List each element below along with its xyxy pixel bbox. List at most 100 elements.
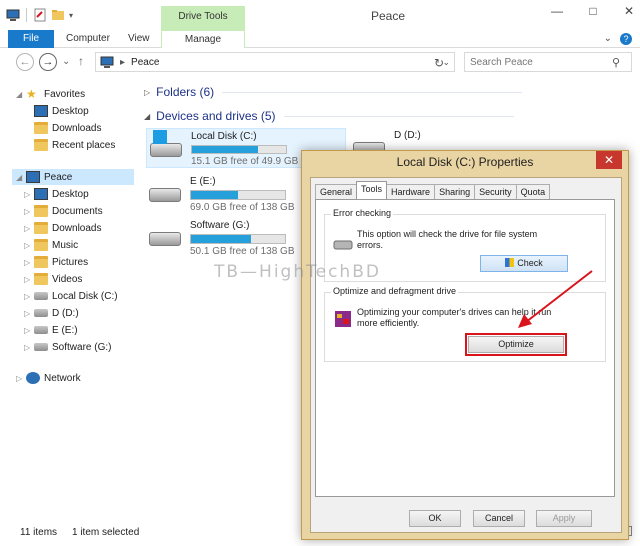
tab-hardware[interactable]: Hardware xyxy=(386,184,436,199)
group-label: Optimize and defragment drive xyxy=(331,286,459,296)
tree-this-pc[interactable]: ◢ Peace xyxy=(12,169,134,185)
apply-button[interactable]: Apply xyxy=(536,510,592,527)
drive-name: Local Disk (C:) xyxy=(191,131,257,142)
expand-icon[interactable]: ▷ xyxy=(144,88,150,97)
desktop-icon xyxy=(34,105,48,117)
tree-pc-downloads[interactable]: ▷ Downloads xyxy=(24,220,101,236)
collapse-icon[interactable]: ◢ xyxy=(16,173,26,182)
tree-label: Recent places xyxy=(52,139,116,151)
tree-favorites[interactable]: ◢ ★ Favorites xyxy=(16,86,85,102)
network-icon xyxy=(26,372,40,384)
expand-icon[interactable]: ▷ xyxy=(24,258,34,267)
tree-label: Software (G:) xyxy=(52,341,112,353)
tree-label: Desktop xyxy=(52,105,89,117)
dialog-close-button[interactable]: ✕ xyxy=(596,151,622,169)
expand-ribbon-icon[interactable]: ⌄ xyxy=(604,33,612,45)
defragment-icon xyxy=(335,311,351,327)
expand-icon[interactable]: ▷ xyxy=(24,241,34,250)
watermark-text: TB—HighTechBD xyxy=(214,262,381,282)
title-bar: ▾ Drive Tools Peace — □ ✕ xyxy=(0,0,640,30)
dialog-tabs: General Tools Hardware Sharing Security … xyxy=(315,181,551,199)
tab-sharing[interactable]: Sharing xyxy=(434,184,476,199)
cancel-button[interactable]: Cancel xyxy=(473,510,525,527)
tab-view[interactable]: View xyxy=(118,30,160,48)
tree-pc-videos[interactable]: ▷ Videos xyxy=(24,271,82,287)
expand-icon[interactable]: ▷ xyxy=(24,309,34,318)
tree-label: Videos xyxy=(52,273,83,285)
refresh-icon[interactable]: ↻ xyxy=(434,56,444,70)
devices-group-header[interactable]: ◢ Devices and drives (5) xyxy=(144,109,514,123)
tree-favorites-desktop[interactable]: Desktop xyxy=(34,103,89,119)
tab-tools[interactable]: Tools xyxy=(356,181,388,199)
back-button[interactable]: ← xyxy=(16,53,34,71)
tree-pc-drive-d[interactable]: ▷ D (D:) xyxy=(24,305,79,321)
tree-pc-drive-e[interactable]: ▷ E (E:) xyxy=(24,322,78,338)
help-icon[interactable]: ? xyxy=(620,33,632,45)
error-checking-text: This option will check the drive for fil… xyxy=(357,229,538,250)
tree-label: E (E:) xyxy=(52,324,78,336)
address-bar[interactable]: ▸ Peace ⌄ xyxy=(95,52,455,72)
items-count: 11 items xyxy=(20,527,58,538)
tree-pc-music[interactable]: ▷ Music xyxy=(24,237,78,253)
navigation-bar: ← → ⌄ ↑ ▸ Peace ⌄ ↻ ⚲ xyxy=(0,50,640,76)
drive-usage-fill xyxy=(191,235,252,243)
group-label: Error checking xyxy=(331,208,394,218)
tab-manage[interactable]: Manage xyxy=(161,30,245,48)
tree-label: Pictures xyxy=(52,256,89,268)
downloads-folder-icon xyxy=(34,222,48,234)
collapse-icon[interactable]: ◢ xyxy=(144,112,150,121)
tree-favorites-downloads[interactable]: Downloads xyxy=(34,120,101,136)
expand-icon[interactable]: ▷ xyxy=(24,343,34,352)
search-icon[interactable]: ⚲ xyxy=(612,56,620,69)
tree-network[interactable]: ▷ Network xyxy=(16,370,81,386)
collapse-icon[interactable]: ◢ xyxy=(16,90,26,99)
windows-drive-icon xyxy=(147,129,185,163)
optimize-highlight-annotation xyxy=(465,333,567,356)
address-text: Peace xyxy=(131,56,160,68)
tree-favorites-recent-places[interactable]: Recent places xyxy=(34,137,115,153)
drive-icon xyxy=(146,174,184,208)
tab-security[interactable]: Security xyxy=(474,184,517,199)
tree-label: Music xyxy=(52,239,79,251)
close-button[interactable]: ✕ xyxy=(622,4,636,18)
expand-icon[interactable]: ▷ xyxy=(24,224,34,233)
expand-icon[interactable]: ▷ xyxy=(24,292,34,301)
address-separator-icon[interactable]: ▸ xyxy=(120,57,125,68)
selected-count: 1 item selected xyxy=(72,527,140,538)
tree-label: D (D:) xyxy=(52,307,79,319)
expand-icon[interactable]: ▷ xyxy=(16,374,26,383)
drive-usage-bar xyxy=(190,234,286,244)
recent-locations-icon[interactable]: ⌄ xyxy=(62,56,70,67)
expand-icon[interactable]: ▷ xyxy=(24,207,34,216)
dialog-title: Local Disk (C:) Properties xyxy=(396,155,534,169)
expand-icon[interactable]: ▷ xyxy=(24,190,34,199)
tree-pc-software-g[interactable]: ▷ Software (G:) xyxy=(24,339,111,355)
maximize-button[interactable]: □ xyxy=(586,4,600,18)
tree-label: Peace xyxy=(44,171,73,183)
drive-free-space: 69.0 GB free of 138 GB xyxy=(190,202,295,213)
minimize-button[interactable]: — xyxy=(550,4,564,18)
desktop-icon xyxy=(34,188,48,200)
tree-pc-documents[interactable]: ▷ Documents xyxy=(24,203,103,219)
forward-button[interactable]: → xyxy=(39,53,57,71)
up-button[interactable]: ↑ xyxy=(78,54,84,68)
check-button[interactable]: Check xyxy=(480,255,568,272)
expand-icon[interactable]: ▷ xyxy=(24,326,34,335)
pictures-folder-icon xyxy=(34,256,48,268)
tab-computer[interactable]: Computer xyxy=(56,30,120,48)
tab-quota[interactable]: Quota xyxy=(515,184,551,199)
drive-icon xyxy=(146,218,184,252)
drive-name: Software (G:) xyxy=(190,220,250,231)
tree-pc-local-disk-c[interactable]: ▷ Local Disk (C:) xyxy=(24,288,118,304)
optimize-text: Optimizing your computer's drives can he… xyxy=(357,307,552,328)
ribbon-tabs: File Computer View Manage ⌄ ? xyxy=(0,30,640,48)
ok-button[interactable]: OK xyxy=(409,510,461,527)
tree-pc-desktop[interactable]: ▷ Desktop xyxy=(24,186,89,202)
folders-group-header[interactable]: ▷ Folders (6) xyxy=(144,85,523,99)
search-input[interactable] xyxy=(464,52,632,72)
tree-label: Local Disk (C:) xyxy=(52,290,118,302)
tab-general[interactable]: General xyxy=(315,184,358,199)
expand-icon[interactable]: ▷ xyxy=(24,275,34,284)
tree-pc-pictures[interactable]: ▷ Pictures xyxy=(24,254,88,270)
tab-file[interactable]: File xyxy=(8,30,54,48)
